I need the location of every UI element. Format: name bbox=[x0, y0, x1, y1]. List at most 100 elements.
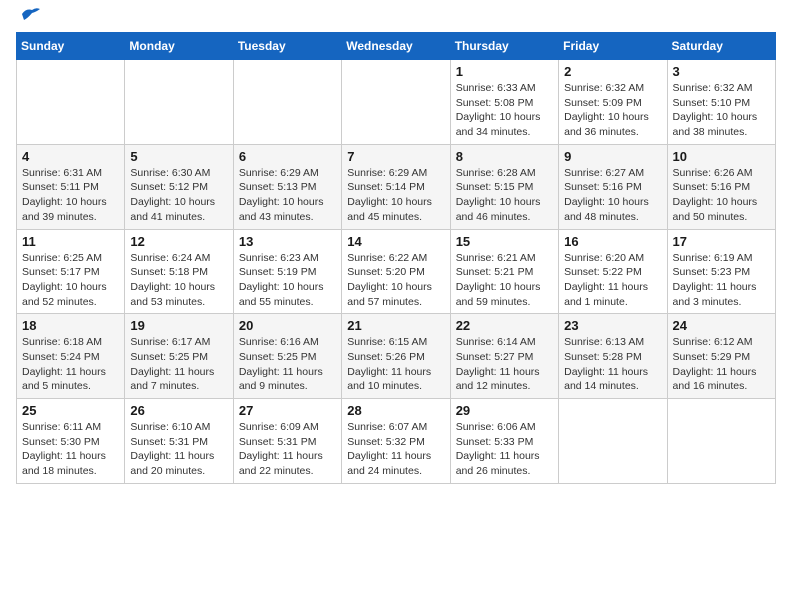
day-number: 23 bbox=[564, 318, 661, 333]
page-header bbox=[16, 16, 776, 22]
day-info: Sunrise: 6:33 AM Sunset: 5:08 PM Dayligh… bbox=[456, 81, 553, 140]
calendar-cell: 25 Sunrise: 6:11 AM Sunset: 5:30 PM Dayli… bbox=[17, 399, 125, 484]
calendar-week-row: 4 Sunrise: 6:31 AM Sunset: 5:11 PM Daylig… bbox=[17, 144, 776, 229]
calendar-cell: 7 Sunrise: 6:29 AM Sunset: 5:14 PM Daylig… bbox=[342, 144, 450, 229]
day-number: 2 bbox=[564, 64, 661, 79]
day-info: Sunrise: 6:18 AM Sunset: 5:24 PM Dayligh… bbox=[22, 335, 119, 394]
calendar-cell: 28 Sunrise: 6:07 AM Sunset: 5:32 PM Dayli… bbox=[342, 399, 450, 484]
day-info: Sunrise: 6:20 AM Sunset: 5:22 PM Dayligh… bbox=[564, 251, 661, 310]
weekday-header-tuesday: Tuesday bbox=[233, 33, 341, 60]
day-info: Sunrise: 6:26 AM Sunset: 5:16 PM Dayligh… bbox=[673, 166, 770, 225]
day-info: Sunrise: 6:23 AM Sunset: 5:19 PM Dayligh… bbox=[239, 251, 336, 310]
day-number: 21 bbox=[347, 318, 444, 333]
calendar-header-row: SundayMondayTuesdayWednesdayThursdayFrid… bbox=[17, 33, 776, 60]
day-number: 12 bbox=[130, 234, 227, 249]
day-number: 8 bbox=[456, 149, 553, 164]
calendar-cell: 2Sunrise: 6:32 AM Sunset: 5:09 PM Daylig… bbox=[559, 60, 667, 145]
day-info: Sunrise: 6:24 AM Sunset: 5:18 PM Dayligh… bbox=[130, 251, 227, 310]
calendar-cell: 24 Sunrise: 6:12 AM Sunset: 5:29 PM Dayli… bbox=[667, 314, 775, 399]
calendar-cell: 27 Sunrise: 6:09 AM Sunset: 5:31 PM Dayli… bbox=[233, 399, 341, 484]
day-number: 26 bbox=[130, 403, 227, 418]
calendar-cell bbox=[17, 60, 125, 145]
calendar-cell: 17 Sunrise: 6:19 AM Sunset: 5:23 PM Dayli… bbox=[667, 229, 775, 314]
day-number: 25 bbox=[22, 403, 119, 418]
day-info: Sunrise: 6:14 AM Sunset: 5:27 PM Dayligh… bbox=[456, 335, 553, 394]
day-number: 18 bbox=[22, 318, 119, 333]
calendar-week-row: 1 Sunrise: 6:33 AM Sunset: 5:08 PM Daylig… bbox=[17, 60, 776, 145]
day-info: Sunrise: 6:29 AM Sunset: 5:13 PM Dayligh… bbox=[239, 166, 336, 225]
day-info: Sunrise: 6:30 AM Sunset: 5:12 PM Dayligh… bbox=[130, 166, 227, 225]
calendar-cell: 21 Sunrise: 6:15 AM Sunset: 5:26 PM Dayli… bbox=[342, 314, 450, 399]
calendar-cell: 11Sunrise: 6:25 AM Sunset: 5:17 PM Dayli… bbox=[17, 229, 125, 314]
calendar-cell: 22Sunrise: 6:14 AM Sunset: 5:27 PM Dayli… bbox=[450, 314, 558, 399]
day-number: 27 bbox=[239, 403, 336, 418]
day-info: Sunrise: 6:10 AM Sunset: 5:31 PM Dayligh… bbox=[130, 420, 227, 479]
calendar-week-row: 25 Sunrise: 6:11 AM Sunset: 5:30 PM Dayli… bbox=[17, 399, 776, 484]
day-info: Sunrise: 6:09 AM Sunset: 5:31 PM Dayligh… bbox=[239, 420, 336, 479]
calendar-cell: 6Sunrise: 6:29 AM Sunset: 5:13 PM Daylig… bbox=[233, 144, 341, 229]
calendar-table: SundayMondayTuesdayWednesdayThursdayFrid… bbox=[16, 32, 776, 484]
day-number: 16 bbox=[564, 234, 661, 249]
day-info: Sunrise: 6:11 AM Sunset: 5:30 PM Dayligh… bbox=[22, 420, 119, 479]
day-number: 10 bbox=[673, 149, 770, 164]
calendar-cell: 5 Sunrise: 6:30 AM Sunset: 5:12 PM Daylig… bbox=[125, 144, 233, 229]
calendar-cell: 26 Sunrise: 6:10 AM Sunset: 5:31 PM Dayli… bbox=[125, 399, 233, 484]
calendar-cell: 9 Sunrise: 6:27 AM Sunset: 5:16 PM Daylig… bbox=[559, 144, 667, 229]
logo bbox=[16, 16, 40, 22]
calendar-cell: 15 Sunrise: 6:21 AM Sunset: 5:21 PM Dayli… bbox=[450, 229, 558, 314]
calendar-cell: 4 Sunrise: 6:31 AM Sunset: 5:11 PM Daylig… bbox=[17, 144, 125, 229]
day-info: Sunrise: 6:07 AM Sunset: 5:32 PM Dayligh… bbox=[347, 420, 444, 479]
weekday-header-thursday: Thursday bbox=[450, 33, 558, 60]
day-number: 4 bbox=[22, 149, 119, 164]
calendar-cell: 1 Sunrise: 6:33 AM Sunset: 5:08 PM Daylig… bbox=[450, 60, 558, 145]
calendar-cell bbox=[125, 60, 233, 145]
calendar-cell: 18 Sunrise: 6:18 AM Sunset: 5:24 PM Dayli… bbox=[17, 314, 125, 399]
day-number: 13 bbox=[239, 234, 336, 249]
day-info: Sunrise: 6:31 AM Sunset: 5:11 PM Dayligh… bbox=[22, 166, 119, 225]
day-info: Sunrise: 6:17 AM Sunset: 5:25 PM Dayligh… bbox=[130, 335, 227, 394]
day-info: Sunrise: 6:12 AM Sunset: 5:29 PM Dayligh… bbox=[673, 335, 770, 394]
day-number: 24 bbox=[673, 318, 770, 333]
day-number: 11 bbox=[22, 234, 119, 249]
day-number: 15 bbox=[456, 234, 553, 249]
day-info: Sunrise: 6:16 AM Sunset: 5:25 PM Dayligh… bbox=[239, 335, 336, 394]
day-number: 14 bbox=[347, 234, 444, 249]
day-info: Sunrise: 6:15 AM Sunset: 5:26 PM Dayligh… bbox=[347, 335, 444, 394]
calendar-cell: 16 Sunrise: 6:20 AM Sunset: 5:22 PM Dayli… bbox=[559, 229, 667, 314]
day-info: Sunrise: 6:21 AM Sunset: 5:21 PM Dayligh… bbox=[456, 251, 553, 310]
calendar-cell: 8 Sunrise: 6:28 AM Sunset: 5:15 PM Daylig… bbox=[450, 144, 558, 229]
calendar-cell bbox=[233, 60, 341, 145]
day-info: Sunrise: 6:32 AM Sunset: 5:10 PM Dayligh… bbox=[673, 81, 770, 140]
weekday-header-wednesday: Wednesday bbox=[342, 33, 450, 60]
calendar-cell: 13 Sunrise: 6:23 AM Sunset: 5:19 PM Dayli… bbox=[233, 229, 341, 314]
day-info: Sunrise: 6:29 AM Sunset: 5:14 PM Dayligh… bbox=[347, 166, 444, 225]
calendar-cell: 20 Sunrise: 6:16 AM Sunset: 5:25 PM Dayli… bbox=[233, 314, 341, 399]
day-number: 7 bbox=[347, 149, 444, 164]
day-info: Sunrise: 6:19 AM Sunset: 5:23 PM Dayligh… bbox=[673, 251, 770, 310]
day-info: Sunrise: 6:27 AM Sunset: 5:16 PM Dayligh… bbox=[564, 166, 661, 225]
day-number: 19 bbox=[130, 318, 227, 333]
day-number: 9 bbox=[564, 149, 661, 164]
calendar-cell: 29 Sunrise: 6:06 AM Sunset: 5:33 PM Dayli… bbox=[450, 399, 558, 484]
day-info: Sunrise: 6:28 AM Sunset: 5:15 PM Dayligh… bbox=[456, 166, 553, 225]
logo-bird-icon bbox=[20, 6, 40, 22]
day-number: 28 bbox=[347, 403, 444, 418]
day-number: 20 bbox=[239, 318, 336, 333]
calendar-cell: 14Sunrise: 6:22 AM Sunset: 5:20 PM Dayli… bbox=[342, 229, 450, 314]
weekday-header-friday: Friday bbox=[559, 33, 667, 60]
calendar-cell: 23Sunrise: 6:13 AM Sunset: 5:28 PM Dayli… bbox=[559, 314, 667, 399]
weekday-header-saturday: Saturday bbox=[667, 33, 775, 60]
calendar-cell bbox=[559, 399, 667, 484]
calendar-cell bbox=[342, 60, 450, 145]
calendar-cell: 3 Sunrise: 6:32 AM Sunset: 5:10 PM Daylig… bbox=[667, 60, 775, 145]
day-number: 1 bbox=[456, 64, 553, 79]
day-number: 5 bbox=[130, 149, 227, 164]
calendar-cell: 10 Sunrise: 6:26 AM Sunset: 5:16 PM Dayli… bbox=[667, 144, 775, 229]
calendar-cell: 19 Sunrise: 6:17 AM Sunset: 5:25 PM Dayli… bbox=[125, 314, 233, 399]
calendar-cell bbox=[667, 399, 775, 484]
weekday-header-monday: Monday bbox=[125, 33, 233, 60]
day-info: Sunrise: 6:06 AM Sunset: 5:33 PM Dayligh… bbox=[456, 420, 553, 479]
day-number: 17 bbox=[673, 234, 770, 249]
day-number: 29 bbox=[456, 403, 553, 418]
day-number: 3 bbox=[673, 64, 770, 79]
